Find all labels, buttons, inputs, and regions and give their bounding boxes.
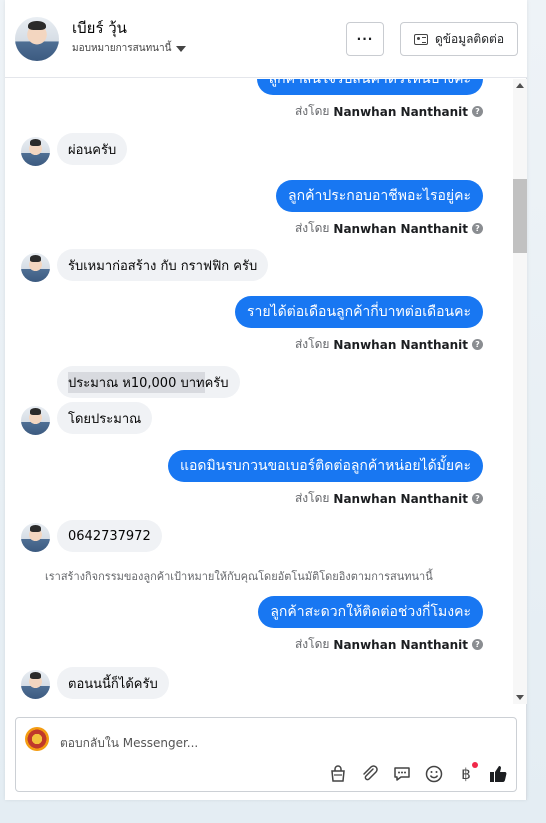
sent-by-line: ส่งโดย Nanwhan Nanthanit ? (295, 219, 483, 238)
sent-by-prefix: ส่งโดย (294, 221, 330, 235)
baht-icon[interactable]: ฿ (456, 762, 478, 784)
sent-by-line: ส่งโดย Nanwhan Nanthanit ? (295, 335, 483, 354)
message-text: โดยประมาณ (68, 411, 142, 427)
sent-by-line: ส่งโดย Nanwhan Nanthanit ? (295, 635, 483, 654)
outgoing-message[interactable]: รายได้ต่อเดือนลูกค้ากี่บาทต่อเดือนคะ (234, 296, 483, 328)
notification-dot (472, 762, 478, 768)
sent-by-prefix: ส่งโดย (294, 491, 330, 505)
assign-label: มอบหมายการสนทนานี้ (72, 43, 172, 54)
highlighted-text: ประมาณ ห10,000 บาท (68, 371, 205, 393)
message-text: 0642737972 (68, 528, 151, 544)
contact-avatar-small (21, 406, 50, 435)
info-icon[interactable]: ? (472, 639, 483, 650)
assign-conversation-dropdown[interactable]: มอบหมายการสนทนานี้ (72, 41, 187, 56)
info-icon[interactable]: ? (472, 493, 483, 504)
sent-by-line: ส่งโดย Nanwhan Nanthanit ? (295, 489, 483, 508)
view-contact-button[interactable]: ดูข้อมูลติดต่อ (400, 22, 518, 56)
outgoing-message[interactable]: แอดมินรบกวนขอเบอร์ติดต่อลูกค้าหน่อยได้มั… (167, 450, 483, 482)
smiley-icon[interactable] (424, 764, 444, 784)
sender-name: Nanwhan Nanthanit (333, 104, 468, 119)
contact-avatar-small (21, 670, 50, 699)
incoming-message[interactable]: ประมาณ ห10,000 บาท ครับ (57, 366, 240, 398)
contact-avatar-small (21, 137, 50, 166)
paperclip-icon[interactable] (360, 764, 380, 784)
more-label: ··· (356, 32, 374, 46)
contact-card-icon (413, 33, 428, 45)
incoming-message[interactable]: รับเหมาก่อสร้าง กับ กราฟฟิก ครับ (57, 249, 269, 281)
scroll-thumb[interactable] (513, 179, 527, 253)
outgoing-message[interactable]: ลูกค้าประกอบอาชีพอะไรอยู่คะ (276, 180, 483, 212)
message-text: รายได้ต่อเดือนลูกค้ากี่บาทต่อเดือนคะ (246, 304, 471, 320)
info-icon[interactable]: ? (472, 223, 483, 234)
sent-by-prefix: ส่งโดย (294, 104, 330, 118)
svg-text:฿: ฿ (461, 765, 471, 783)
incoming-message[interactable]: โดยประมาณ (57, 402, 153, 434)
outgoing-message[interactable]: ลูกค้าสะดวกให้ติดต่อช่วงกี่โมงคะ (258, 596, 483, 628)
view-contact-label: ดูข้อมูลติดต่อ (434, 31, 505, 46)
reply-composer[interactable]: ตอบกลับใน Messenger... ฿ (15, 717, 517, 792)
sent-by-prefix: ส่งโดย (294, 337, 330, 351)
message-text: ลูกค้าสะดวกให้ติดต่อช่วงกี่โมงคะ (270, 604, 471, 620)
contact-avatar-small (21, 523, 50, 552)
contact-avatar[interactable] (15, 17, 59, 61)
composer-toolbar: ฿ (328, 762, 508, 784)
sender-name: Nanwhan Nanthanit (333, 637, 468, 652)
incoming-message[interactable]: 0642737972 (57, 520, 162, 552)
sender-name: Nanwhan Nanthanit (333, 491, 468, 506)
more-options-button[interactable]: ··· (346, 22, 384, 56)
message-thread[interactable]: ลูกค้าสนใจรับสินค้าตัวไหนบ้างคะ ส่งโดย N… (5, 79, 515, 704)
message-text: ตอนนนี้ก็ได้ครับ (68, 676, 158, 692)
incoming-message[interactable]: ผ่อนครับ (57, 133, 128, 165)
info-icon[interactable]: ? (472, 106, 483, 117)
sent-by-line: ส่งโดย Nanwhan Nanthanit ? (295, 102, 483, 121)
system-notice: เราสร้างกิจกรรมของลูกค้าเป้าหมายให้กับคุ… (45, 570, 433, 583)
contact-avatar-small (21, 253, 50, 282)
thread-scrollbar[interactable] (513, 79, 527, 704)
conversation-panel: เบียร์ วุ้น มอบหมายการสนทนานี้ ··· ดูข้อ… (5, 0, 527, 800)
reply-input[interactable]: ตอบกลับใน Messenger... (60, 734, 198, 753)
page-avatar (25, 727, 49, 751)
contact-name[interactable]: เบียร์ วุ้น (72, 16, 127, 40)
scroll-up-arrow-icon[interactable] (516, 83, 524, 88)
message-text: ลูกค้าประกอบอาชีพอะไรอยู่คะ (288, 188, 471, 204)
conversation-header: เบียร์ วุ้น มอบหมายการสนทนานี้ ··· ดูข้อ… (5, 0, 527, 78)
message-text: ลูกค้าสนใจรับสินค้าตัวไหนบ้างคะ (268, 79, 471, 87)
message-text: ผ่อนครับ (68, 142, 117, 158)
shopping-bag-icon[interactable] (328, 764, 348, 784)
scroll-down-arrow-icon[interactable] (516, 695, 524, 700)
info-icon[interactable]: ? (472, 339, 483, 350)
outgoing-message[interactable]: ลูกค้าสนใจรับสินค้าตัวไหนบ้างคะ (256, 79, 483, 95)
caret-down-icon (176, 45, 187, 52)
message-text: รับเหมาก่อสร้าง กับ กราฟฟิก ครับ (68, 258, 258, 274)
chat-bubble-icon[interactable] (392, 764, 412, 784)
message-text: แอดมินรบกวนขอเบอร์ติดต่อลูกค้าหน่อยได้มั… (179, 458, 471, 474)
sent-by-prefix: ส่งโดย (294, 637, 330, 651)
incoming-message[interactable]: ตอนนนี้ก็ได้ครับ (57, 667, 169, 699)
sender-name: Nanwhan Nanthanit (333, 337, 468, 352)
message-text: ครับ (204, 375, 229, 391)
sender-name: Nanwhan Nanthanit (333, 221, 468, 236)
thumbs-up-icon[interactable] (488, 764, 508, 784)
